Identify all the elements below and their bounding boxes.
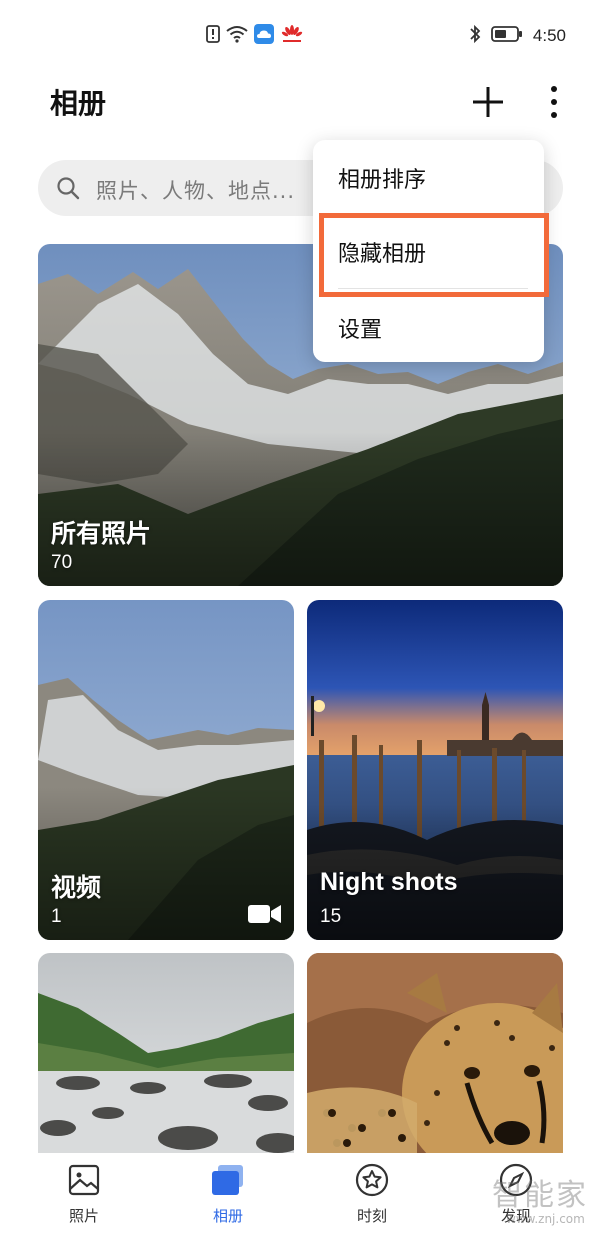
status-time: 4:50 [532, 26, 566, 45]
menu-item-label: 设置 [338, 318, 383, 343]
nav-tab-discover[interactable]: 发现 [471, 1163, 561, 1233]
nav-label: 时刻 [356, 1207, 387, 1225]
app-header: 相册 [0, 72, 600, 134]
wifi-icon [226, 25, 248, 47]
menu-item-sort-albums[interactable]: 相册排序 [313, 140, 544, 214]
album-cover-cheetah [307, 953, 563, 1153]
album-cover-river [38, 953, 294, 1153]
bluetooth-icon [469, 24, 481, 48]
album-name: 视频 [51, 874, 102, 902]
album-tile-river[interactable] [38, 953, 294, 1153]
status-bar: 4:50 [0, 0, 600, 72]
album-count: 70 [51, 552, 73, 573]
album-count: 1 [51, 906, 62, 927]
search-placeholder: 照片、人物、地点... [96, 179, 296, 203]
status-icons-right: 4:50 [469, 24, 566, 48]
nav-label: 发现 [500, 1207, 531, 1225]
album-name: 所有照片 [51, 520, 152, 548]
nav-label: 照片 [68, 1207, 99, 1225]
image-icon [67, 1163, 101, 1197]
video-camera-icon [248, 903, 282, 929]
cloud-icon [254, 24, 274, 48]
battery-icon [491, 25, 523, 47]
notification-alert-icon [206, 25, 220, 47]
annotation-highlight-box [319, 213, 549, 297]
album-name: Night shots [320, 868, 458, 896]
bottom-navigation: 照片 相册 时刻 发现 [0, 1153, 600, 1237]
album-tile-night-shots[interactable]: Night shots 15 [307, 600, 563, 940]
search-icon [56, 176, 80, 204]
nav-tab-albums[interactable]: 相册 [183, 1163, 273, 1233]
album-tile-cheetah[interactable] [307, 953, 563, 1153]
albums-icon [211, 1163, 245, 1197]
huawei-logo-icon [280, 24, 304, 48]
status-icons-center [206, 24, 304, 48]
album-count: 15 [320, 906, 342, 927]
nav-tab-moments[interactable]: 时刻 [327, 1163, 417, 1233]
page-title: 相册 [50, 87, 107, 120]
discover-icon [499, 1163, 533, 1197]
menu-item-label: 相册排序 [338, 168, 427, 193]
more-vertical-icon [551, 86, 557, 118]
add-album-button[interactable] [466, 80, 510, 124]
menu-item-settings[interactable]: 设置 [313, 290, 544, 364]
nav-label: 相册 [212, 1207, 243, 1225]
plus-icon [473, 87, 503, 117]
more-options-button[interactable] [532, 80, 576, 124]
star-circle-icon [355, 1163, 389, 1197]
nav-tab-photos[interactable]: 照片 [39, 1163, 129, 1233]
album-tile-videos[interactable]: 视频 1 [38, 600, 294, 940]
